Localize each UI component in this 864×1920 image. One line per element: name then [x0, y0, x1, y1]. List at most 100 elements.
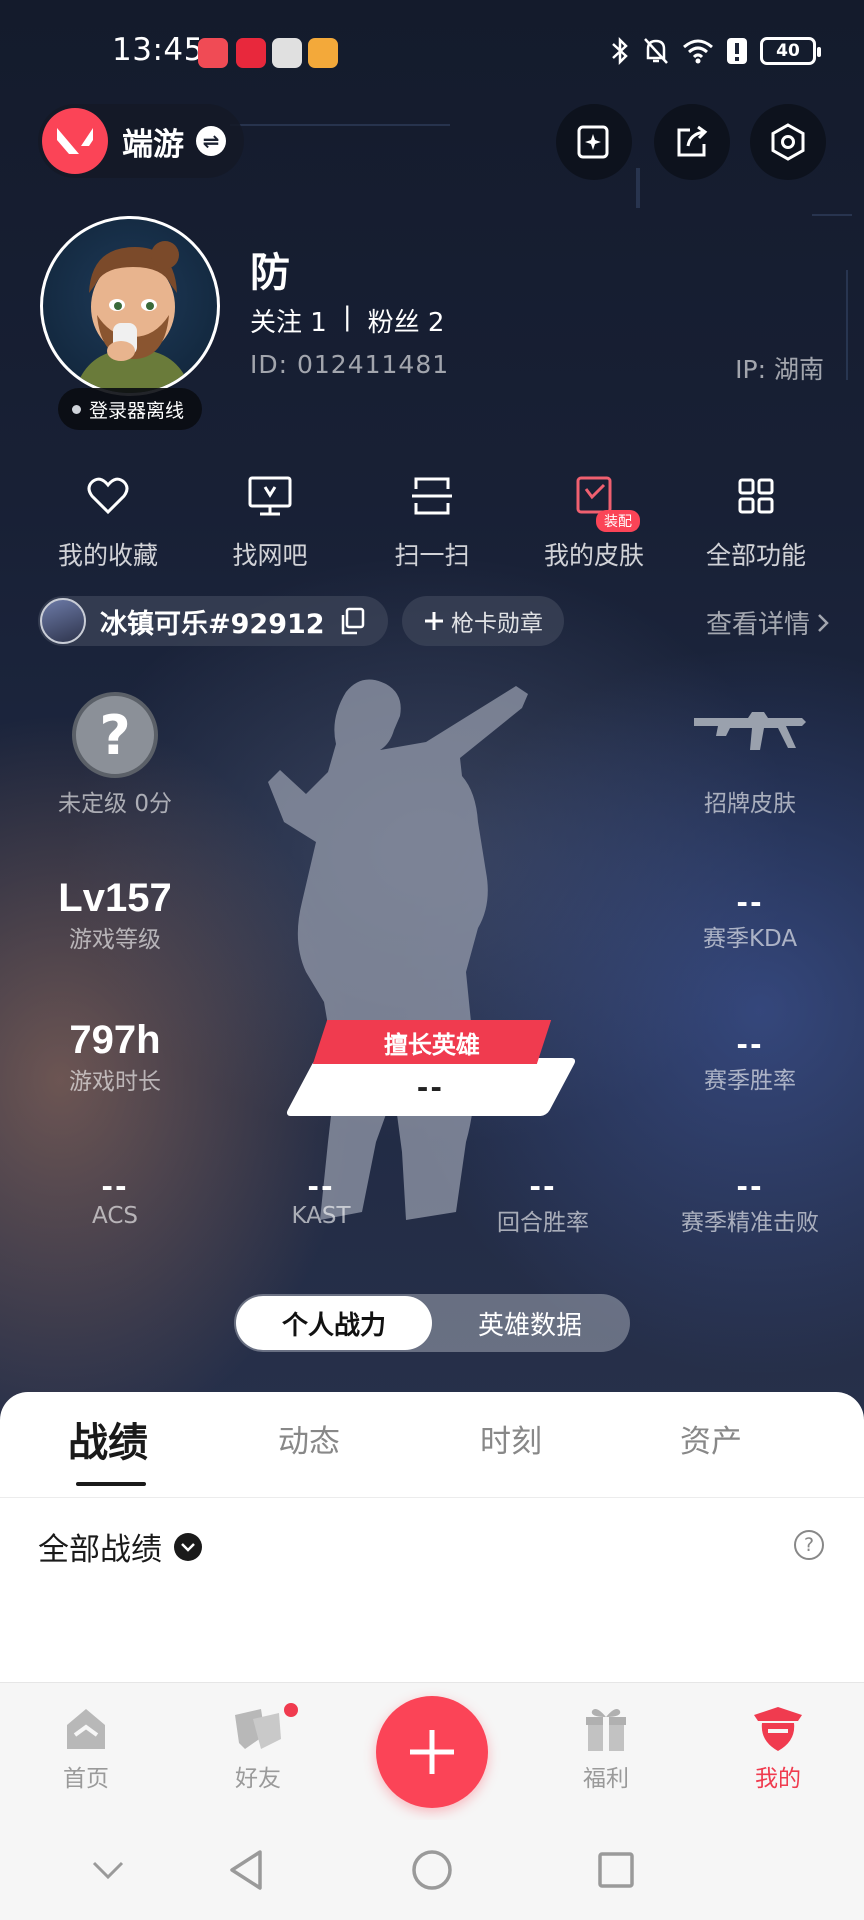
- acs-label: ACS: [92, 1202, 138, 1229]
- game-mode-switch[interactable]: 端游 ⇌: [38, 104, 244, 178]
- shortcut-favorites[interactable]: 我的收藏: [28, 470, 188, 572]
- recents-button[interactable]: [588, 1842, 644, 1898]
- kda-stat: -- 赛季KDA: [670, 886, 830, 953]
- hud-decoration: [230, 124, 450, 126]
- edit-card-button[interactable]: [556, 104, 632, 180]
- collapse-button[interactable]: [80, 1842, 136, 1898]
- shortcut-internet-cafe[interactable]: 找网吧: [190, 470, 350, 572]
- card-medal-label: 枪卡勋章: [451, 611, 543, 637]
- profile-icon: [754, 1707, 802, 1751]
- rank-stat: 未定级 0分: [40, 784, 190, 818]
- copy-icon[interactable]: [339, 607, 365, 635]
- shortcut-label: 找网吧: [232, 541, 308, 570]
- tab-match-history[interactable]: 战绩: [68, 1410, 148, 1468]
- shortcut-scan[interactable]: 扫一扫: [352, 470, 512, 572]
- shortcut-all-functions[interactable]: 全部功能: [676, 470, 836, 572]
- toggle-personal-power[interactable]: 个人战力: [236, 1296, 432, 1350]
- profile-hero: 13:45 40 端游 ⇌ 登录器离线 防 关注 1 | 粉丝 2 ID: 01…: [0, 0, 864, 1420]
- home-circle-icon: [412, 1850, 452, 1890]
- share-button[interactable]: [654, 104, 730, 180]
- avatar[interactable]: [40, 216, 220, 396]
- signature-skin-stat[interactable]: 招牌皮肤: [670, 784, 830, 818]
- fans-link[interactable]: 粉丝 2: [368, 302, 445, 339]
- tab-bar: 战绩 动态 时刻 资产: [0, 1392, 864, 1498]
- tab-assets[interactable]: 资产: [680, 1416, 742, 1461]
- kda-label: 赛季KDA: [702, 925, 798, 952]
- scan-icon: [406, 470, 458, 522]
- create-post-button[interactable]: [376, 1696, 488, 1808]
- match-filter-label: 全部战绩: [38, 1532, 162, 1568]
- status-bar: 13:45 40: [0, 28, 864, 78]
- hud-decoration: [812, 214, 852, 216]
- nav-label: 好友: [235, 1766, 281, 1792]
- hours-stat: 797h 游戏时长: [40, 1018, 190, 1096]
- kast-value: --: [307, 1170, 335, 1203]
- nav-me[interactable]: 我的: [718, 1705, 838, 1793]
- user-id: ID: 012411481: [250, 350, 450, 379]
- agent-silhouette: [268, 679, 528, 1220]
- acs-stat: -- ACS: [40, 1170, 190, 1229]
- view-details-link[interactable]: 查看详情: [706, 604, 830, 641]
- back-button[interactable]: [218, 1842, 274, 1898]
- account-avatar: [40, 598, 86, 644]
- monitor-icon: [244, 470, 296, 522]
- precise-kill-value: --: [736, 1170, 764, 1203]
- shortcut-skins[interactable]: 装配 我的皮肤: [514, 470, 674, 572]
- home-icon: [67, 1709, 105, 1749]
- recents-square-icon: [598, 1852, 634, 1888]
- friends-icon: [235, 1709, 281, 1749]
- best-hero-plate[interactable]: --: [284, 1058, 578, 1116]
- gift-icon: [586, 1709, 626, 1751]
- rifle-icon: [694, 712, 806, 750]
- nav-label: 福利: [583, 1766, 629, 1792]
- fans-count: 2: [427, 308, 445, 338]
- tab-activity[interactable]: 动态: [278, 1416, 340, 1461]
- kda-value: --: [736, 886, 764, 919]
- notification-icon: [198, 38, 228, 68]
- shortcut-label: 我的收藏: [57, 541, 158, 570]
- notification-dot: [282, 1701, 300, 1719]
- following-link[interactable]: 关注 1: [250, 302, 327, 339]
- launcher-status-label: 登录器离线: [89, 399, 185, 422]
- status-dot: [72, 404, 81, 414]
- settings-hex-icon: [771, 123, 805, 161]
- riot-id: 冰镇可乐#92912: [100, 608, 325, 640]
- launcher-status-badge: 登录器离线: [58, 388, 203, 430]
- nav-friends[interactable]: 好友: [198, 1701, 318, 1793]
- card-medal-button[interactable]: 枪卡勋章: [402, 596, 564, 646]
- shortcut-label: 全部功能: [705, 541, 806, 570]
- toggle-hero-data[interactable]: 英雄数据: [432, 1296, 628, 1350]
- nav-home[interactable]: 首页: [26, 1705, 146, 1793]
- data-view-toggle: 个人战力 英雄数据: [234, 1294, 630, 1352]
- winrate-label: 赛季胜率: [704, 1067, 796, 1094]
- tab-moments[interactable]: 时刻: [480, 1416, 542, 1461]
- following-label: 关注: [250, 308, 303, 338]
- rank-badge[interactable]: ?: [72, 692, 158, 778]
- notification-icon: [236, 38, 266, 68]
- hud-decoration: [636, 168, 640, 208]
- acs-value: --: [101, 1170, 129, 1203]
- nav-benefits[interactable]: 福利: [546, 1705, 666, 1793]
- status-icons: 40: [610, 36, 821, 66]
- content-sheet: 战绩 动态 时刻 资产 全部战绩 ?: [0, 1392, 864, 1682]
- plus-icon: [425, 612, 443, 630]
- follow-stats: 关注 1 | 粉丝 2: [250, 302, 444, 339]
- rank-label: 未定级 0分: [58, 791, 172, 817]
- grid-icon: [730, 470, 782, 522]
- winrate-stat: -- 赛季胜率: [670, 1029, 830, 1095]
- precise-kill-label: 赛季精准击败: [681, 1209, 819, 1236]
- settings-button[interactable]: [750, 104, 826, 180]
- help-icon[interactable]: ?: [794, 1530, 824, 1560]
- chevron-right-icon: [818, 613, 829, 632]
- nav-label: 首页: [63, 1766, 109, 1792]
- level-stat: Lv157 游戏等级: [40, 876, 190, 954]
- home-button[interactable]: [404, 1842, 460, 1898]
- hours-label: 游戏时长: [69, 1069, 161, 1095]
- chevron-down-icon: [174, 1532, 202, 1561]
- precise-kill-stat: -- 赛季精准击败: [664, 1170, 836, 1237]
- valorant-logo-icon: [42, 108, 108, 174]
- riot-account-pill[interactable]: 冰镇可乐#92912: [38, 596, 388, 646]
- shortcut-row: 我的收藏 找网吧 扫一扫 装配 我的皮肤 全部功能: [28, 470, 836, 572]
- match-filter[interactable]: 全部战绩: [38, 1524, 202, 1569]
- wifi-icon: [683, 39, 713, 64]
